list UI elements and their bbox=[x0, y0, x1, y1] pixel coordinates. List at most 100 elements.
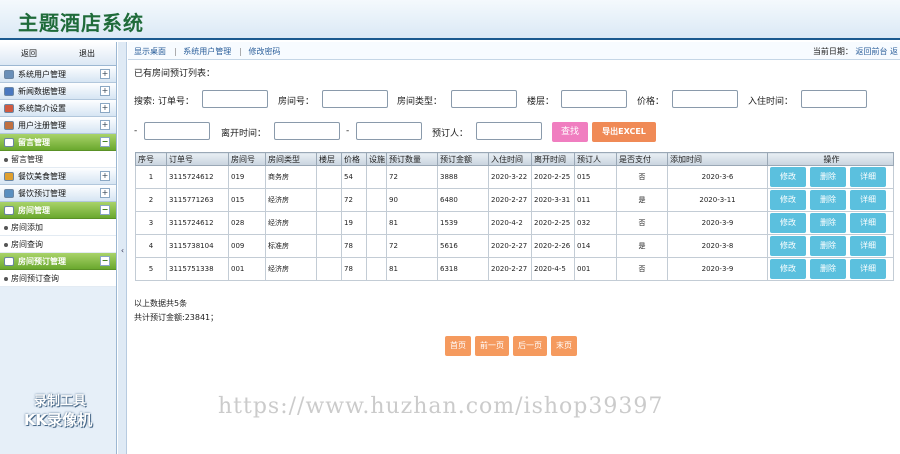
column-header[interactable]: 订单号 bbox=[166, 152, 229, 166]
column-header[interactable]: 预订人 bbox=[574, 152, 617, 166]
edit-button[interactable]: 修改 bbox=[770, 190, 806, 210]
row-actions: 修改 删除 详细 bbox=[767, 234, 894, 258]
table-cell bbox=[316, 234, 342, 258]
expand-icon[interactable]: + bbox=[100, 69, 110, 79]
detail-button[interactable]: 详细 bbox=[850, 259, 886, 279]
menu-sub-item[interactable]: 房间预订查询 bbox=[0, 270, 116, 287]
back-button[interactable]: 返回 bbox=[0, 42, 58, 65]
expand-icon[interactable]: + bbox=[100, 86, 110, 96]
first-page-button[interactable]: 首页 bbox=[445, 336, 471, 356]
prev-page-button[interactable]: 前一页 bbox=[475, 336, 509, 356]
table-cell: 3888 bbox=[437, 165, 489, 189]
booker-input[interactable] bbox=[476, 122, 542, 140]
column-header[interactable]: 入住时间 bbox=[488, 152, 532, 166]
delete-button[interactable]: 删除 bbox=[810, 236, 846, 256]
menu-head[interactable]: 用户注册管理 + bbox=[0, 117, 116, 134]
collapse-arrow-icon[interactable]: ‹ bbox=[118, 244, 127, 258]
room-no-input[interactable] bbox=[322, 90, 388, 108]
table-cell: 2020-3-31 bbox=[531, 188, 575, 212]
floor-input[interactable] bbox=[561, 90, 627, 108]
search-button[interactable]: 查找 bbox=[552, 122, 588, 142]
column-header[interactable]: 离开时间 bbox=[531, 152, 575, 166]
menu-head[interactable]: 餐饮预订管理 + bbox=[0, 185, 116, 202]
menu-head[interactable]: 餐饮美食管理 + bbox=[0, 168, 116, 185]
back-frontend-link[interactable]: 返回前台 bbox=[855, 47, 887, 56]
system-user-link[interactable]: 系统用户管理 bbox=[183, 47, 231, 56]
user-icon bbox=[4, 120, 14, 130]
edit-button[interactable]: 修改 bbox=[770, 259, 806, 279]
expand-icon[interactable]: + bbox=[100, 120, 110, 130]
pager: 首页 前一页 后一页 末页 bbox=[445, 336, 581, 356]
menu-head[interactable]: 留言管理 − bbox=[0, 134, 116, 151]
menu-sub-item[interactable]: 房间查询 bbox=[0, 236, 116, 253]
table-cell: 81 bbox=[386, 257, 438, 281]
table-row: 2 3115771263 015 经济房 72 90 6480 2020-2-27 2020-3… bbox=[135, 188, 894, 212]
detail-button[interactable]: 详细 bbox=[850, 236, 886, 256]
checkin-end-input[interactable] bbox=[144, 122, 210, 140]
table-cell: 5616 bbox=[437, 234, 489, 258]
menu-sub-item[interactable]: 留言管理 bbox=[0, 151, 116, 168]
table-cell: 2020-2-27 bbox=[488, 257, 532, 281]
column-header[interactable]: 价格 bbox=[341, 152, 367, 166]
edit-button[interactable]: 修改 bbox=[770, 167, 806, 187]
checkout-end-input[interactable] bbox=[356, 122, 422, 140]
price-input[interactable] bbox=[672, 90, 738, 108]
column-header[interactable]: 添加时间 bbox=[667, 152, 768, 166]
edit-button[interactable]: 修改 bbox=[770, 213, 806, 233]
table-cell: 2020-2-25 bbox=[531, 165, 575, 189]
back-link-tail[interactable]: 返 bbox=[890, 47, 898, 56]
separator: | bbox=[174, 47, 177, 56]
delete-button[interactable]: 删除 bbox=[810, 167, 846, 187]
table-cell: 是 bbox=[616, 234, 668, 258]
expand-icon[interactable]: + bbox=[100, 188, 110, 198]
delete-button[interactable]: 删除 bbox=[810, 213, 846, 233]
column-header[interactable]: 房间号 bbox=[228, 152, 266, 166]
menu-head[interactable]: 系统用户管理 + bbox=[0, 66, 116, 83]
menu-head[interactable]: 系统简介设置 + bbox=[0, 100, 116, 117]
row-actions: 修改 删除 详细 bbox=[767, 257, 894, 281]
detail-button[interactable]: 详细 bbox=[850, 213, 886, 233]
room-type-input[interactable] bbox=[451, 90, 517, 108]
delete-button[interactable]: 删除 bbox=[810, 259, 846, 279]
last-page-button[interactable]: 末页 bbox=[551, 336, 577, 356]
column-header[interactable]: 序号 bbox=[135, 152, 167, 166]
column-header[interactable]: 设施 bbox=[366, 152, 387, 166]
logout-button[interactable]: 退出 bbox=[58, 42, 116, 65]
table-cell: 2020-3-9 bbox=[667, 211, 768, 235]
table-cell bbox=[316, 165, 342, 189]
order-no-input[interactable] bbox=[202, 90, 268, 108]
table-cell: 否 bbox=[616, 211, 668, 235]
menu-head[interactable]: 房间预订管理 − bbox=[0, 253, 116, 270]
edit-button[interactable]: 修改 bbox=[770, 236, 806, 256]
export-excel-button[interactable]: 导出EXCEL bbox=[592, 122, 656, 142]
calendar-icon bbox=[4, 256, 14, 266]
next-page-button[interactable]: 后一页 bbox=[513, 336, 547, 356]
expand-icon[interactable]: + bbox=[100, 103, 110, 113]
show-desktop-link[interactable]: 显示桌面 bbox=[134, 47, 166, 56]
table-cell: 019 bbox=[228, 165, 266, 189]
menu-head[interactable]: 房间管理 − bbox=[0, 202, 116, 219]
detail-button[interactable]: 详细 bbox=[850, 167, 886, 187]
column-header[interactable]: 楼层 bbox=[316, 152, 342, 166]
checkin-start-input[interactable] bbox=[801, 90, 867, 108]
table-cell: 014 bbox=[574, 234, 617, 258]
collapse-icon[interactable]: − bbox=[100, 137, 110, 147]
detail-button[interactable]: 详细 bbox=[850, 190, 886, 210]
collapse-icon[interactable]: − bbox=[100, 205, 110, 215]
column-header[interactable]: 预订金额 bbox=[437, 152, 489, 166]
change-password-link[interactable]: 修改密码 bbox=[249, 47, 281, 56]
collapse-icon[interactable]: − bbox=[100, 256, 110, 266]
delete-button[interactable]: 删除 bbox=[810, 190, 846, 210]
column-header[interactable]: 房间类型 bbox=[265, 152, 317, 166]
table-cell: 028 bbox=[228, 211, 266, 235]
column-header[interactable]: 是否支付 bbox=[616, 152, 668, 166]
expand-icon[interactable]: + bbox=[100, 171, 110, 181]
table-cell: 否 bbox=[616, 257, 668, 281]
menu-sub-item[interactable]: 房间添加 bbox=[0, 219, 116, 236]
column-header[interactable]: 预订数量 bbox=[386, 152, 438, 166]
column-header[interactable]: 操作 bbox=[767, 152, 894, 166]
checkout-start-input[interactable] bbox=[274, 122, 340, 140]
menu-head-label: 餐饮美食管理 bbox=[18, 171, 66, 181]
table-cell: 5 bbox=[135, 257, 167, 281]
menu-head[interactable]: 新闻数据管理 + bbox=[0, 83, 116, 100]
